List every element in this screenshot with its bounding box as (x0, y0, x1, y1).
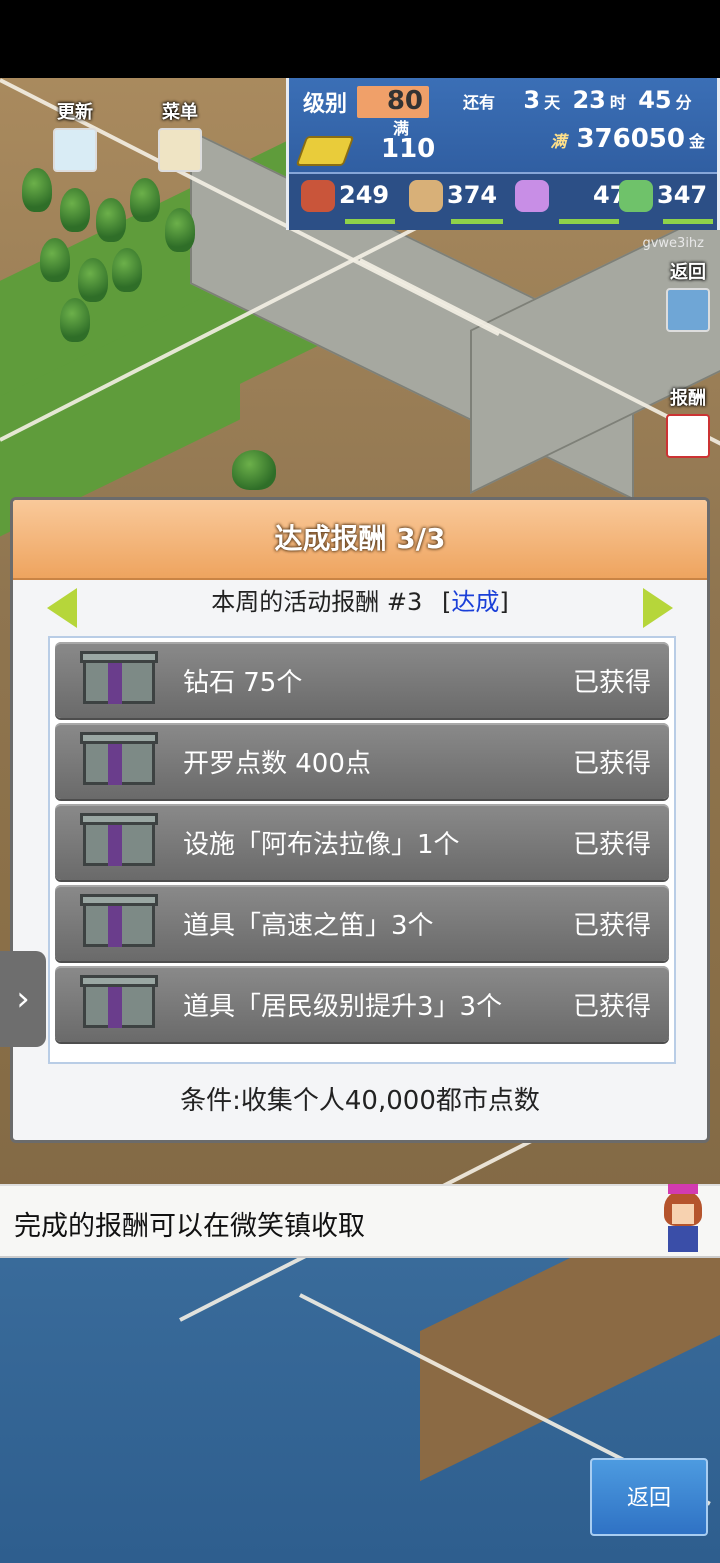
reward-status: 已获得 (572, 668, 651, 698)
user-id: gvwe3ihz (642, 236, 704, 251)
stat-book-bar (663, 219, 713, 224)
map-back-label: 返回 (670, 262, 706, 283)
gift-box-icon (80, 975, 158, 1028)
minutes-value: 45 (638, 86, 672, 114)
stat-food-value: 249 (339, 181, 390, 209)
map-back-button[interactable]: 返回 (662, 258, 714, 332)
subtitle-text: 本周的活动报酬 #3 (211, 588, 423, 616)
days-unit: 天 (544, 93, 561, 112)
book-icon (619, 180, 653, 212)
tree (40, 238, 70, 282)
subtitle-bracket-close: ] (499, 588, 509, 616)
tree (232, 450, 276, 490)
resource-stats: 249 374 47 347 (289, 172, 717, 230)
status-bar (0, 0, 720, 78)
reward-status: 已获得 (572, 749, 651, 779)
level-value: 80 (357, 86, 429, 118)
reward-item[interactable]: 道具「居民级别提升3」3个 已获得 (55, 966, 669, 1042)
stat-goods: 374 (409, 180, 497, 212)
reward-name: 道具「高速之笛」3个 (183, 911, 434, 941)
gift-box-icon (80, 732, 158, 785)
tree (78, 258, 108, 302)
hours-unit: 时 (609, 93, 626, 112)
stat-goods-value: 374 (447, 181, 498, 209)
hours-value: 23 (572, 86, 606, 114)
stat-music-bar (559, 219, 619, 224)
gift-box-icon (80, 651, 158, 704)
gold-amount: 110 (381, 134, 436, 164)
level-label: 级别 (303, 92, 348, 117)
stat-music: 47 (515, 180, 626, 212)
back-button[interactable]: 返回 (590, 1458, 708, 1536)
message-bar: 完成的报酬可以在微笑镇收取 (0, 1184, 720, 1258)
reward-label: 报酬 (670, 388, 706, 409)
food-icon (301, 180, 335, 212)
stat-goods-bar (451, 219, 503, 224)
tree (96, 198, 126, 242)
menu-label: 菜单 (162, 102, 198, 123)
reward-item[interactable]: 钻石 75个 已获得 (55, 642, 669, 718)
reward-item[interactable]: 设施「阿布法拉像」1个 已获得 (55, 804, 669, 880)
stat-book-value: 347 (657, 181, 708, 209)
swap-arrows-icon (666, 288, 710, 332)
music-note-icon (515, 180, 549, 212)
stat-food: 249 (301, 180, 389, 212)
stat-book: 347 (619, 180, 707, 212)
reward-button[interactable]: 报酬 (662, 384, 714, 458)
subtitle-status: 达成 (451, 588, 500, 616)
dialog-subtitle: 本周的活动报酬 #3 [达成] (13, 582, 707, 617)
update-button[interactable]: 更新 (50, 98, 100, 172)
gift-box-icon (80, 894, 158, 947)
reward-status: 已获得 (572, 830, 651, 860)
time-remaining: 还有 3天 23 时 45 分 (459, 86, 696, 114)
reward-name: 道具「居民级别提升3」3个 (183, 992, 503, 1022)
status-hud: 级别 80 满 110 还有 3天 23 时 45 分 满 376050 金 249 3… (286, 78, 720, 230)
tree (130, 178, 160, 222)
notepad-icon (158, 128, 202, 172)
reward-name: 开罗点数 400点 (183, 749, 371, 779)
money-prefix: 满 (550, 132, 567, 151)
update-label: 更新 (57, 102, 93, 123)
gift-icon (666, 414, 710, 458)
reward-name: 钻石 75个 (183, 668, 303, 698)
stat-food-bar (345, 219, 395, 224)
money-value: 376050 (576, 124, 685, 154)
money-display: 满 376050 金 (546, 124, 705, 154)
reward-status: 已获得 (572, 911, 651, 941)
message-text: 完成的报酬可以在微笑镇收取 (14, 1211, 365, 1242)
side-expand-tab[interactable]: › (0, 951, 46, 1047)
remaining-label: 还有 (463, 93, 496, 112)
chevron-right-icon: › (16, 979, 30, 1019)
tree (22, 168, 52, 212)
minutes-unit: 分 (675, 93, 692, 112)
reward-condition: 条件:收集个人40,000都市点数 (180, 1086, 540, 1116)
menu-button[interactable]: 菜单 (152, 98, 208, 172)
reward-item[interactable]: 开罗点数 400点 已获得 (55, 723, 669, 799)
goods-bag-icon (409, 180, 443, 212)
money-unit: 金 (688, 132, 705, 151)
building-icon (53, 128, 97, 172)
reward-name: 设施「阿布法拉像」1个 (183, 830, 460, 860)
tree (165, 208, 195, 252)
reward-item[interactable]: 道具「高速之笛」3个 已获得 (55, 885, 669, 961)
gold-bar-icon (295, 136, 355, 166)
reward-list[interactable]: 钻石 75个 已获得 开罗点数 400点 已获得 设施「阿布法拉像」1个 已获得… (48, 636, 676, 1064)
reward-status: 已获得 (572, 992, 651, 1022)
guide-girl-avatar (660, 1184, 706, 1254)
next-arrow-icon[interactable] (643, 588, 673, 628)
tree (112, 248, 142, 292)
dialog-title: 达成报酬 3/3 (13, 500, 707, 580)
reward-dialog: 达成报酬 3/3 本周的活动报酬 #3 [达成] 钻石 75个 已获得 开罗点数… (10, 497, 710, 1143)
gift-box-icon (80, 813, 158, 866)
subtitle-bracket-open: [ (441, 588, 452, 616)
tree (60, 188, 90, 232)
days-value: 3 (523, 86, 541, 114)
tree (60, 298, 90, 342)
